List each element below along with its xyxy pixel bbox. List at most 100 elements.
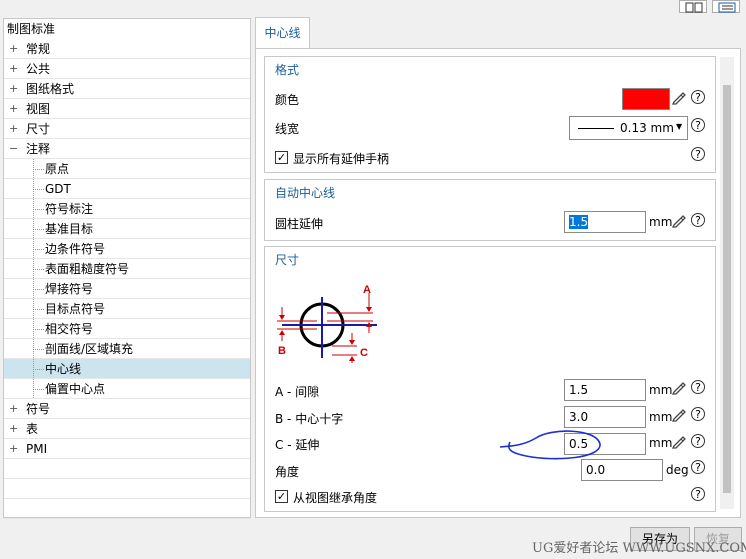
- tree-connector: [33, 389, 44, 390]
- mm-unit: mm: [649, 215, 673, 229]
- tree-empty-row: [4, 499, 250, 519]
- tree-item-label: 尺寸: [26, 122, 51, 136]
- linewidth-label: 线宽: [275, 122, 300, 136]
- tree-item-label: 符号标注: [45, 202, 94, 216]
- inherit-angle-checkbox[interactable]: ✓: [275, 490, 288, 503]
- layout-split-icon: [685, 2, 703, 13]
- tree-item[interactable]: GDT: [4, 179, 250, 199]
- expand-icon[interactable]: +: [9, 443, 18, 454]
- expand-icon[interactable]: +: [9, 83, 18, 94]
- tree-item-label: GDT: [45, 182, 71, 196]
- show-all-handles-checkbox[interactable]: ✓: [275, 151, 288, 164]
- tree-item[interactable]: + 尺寸: [4, 119, 250, 139]
- pencil-icon[interactable]: [671, 433, 687, 449]
- linewidth-select[interactable]: 0.13 mm ▼: [569, 116, 688, 140]
- tree-item[interactable]: 符号标注: [4, 199, 250, 219]
- tree-item[interactable]: + 视图: [4, 99, 250, 119]
- center-cross-label: B - 中心十字: [275, 412, 344, 426]
- expand-icon[interactable]: +: [9, 43, 18, 54]
- mm-unit: mm: [649, 410, 673, 424]
- size-group-title: 尺寸: [275, 253, 300, 267]
- format-group: 格式 颜色 ? 线宽 0.13 mm ▼ ? ✓ 显示所有延伸手柄 ?: [264, 56, 716, 173]
- tree-item-label: 原点: [45, 162, 70, 176]
- standards-tree[interactable]: 制图标准 + 常规 + 公共 + 图纸格式 + 视图 + 尺寸 − 注释原点 GDT 符号标注基准目标边条…: [3, 18, 251, 519]
- centerline-diagram: A B C: [277, 284, 377, 363]
- expand-icon[interactable]: +: [9, 103, 18, 114]
- auto-centerline-group: 自动中心线 圆柱延伸 1.5 mm ?: [264, 179, 716, 241]
- help-icon[interactable]: ?: [691, 407, 705, 421]
- help-icon[interactable]: ?: [691, 213, 705, 227]
- tree-connector: [33, 329, 44, 330]
- tree-root: 制图标准: [7, 22, 56, 36]
- tree-connector: [33, 169, 44, 170]
- gap-label: A - 间隙: [275, 385, 320, 399]
- tab-centerline[interactable]: 中心线: [255, 17, 310, 49]
- layout-split-icon-button[interactable]: [679, 0, 707, 13]
- tree-item[interactable]: 基准目标: [4, 219, 250, 239]
- tree-item-label: 焊接符号: [45, 282, 94, 296]
- tree-item-label: 目标点符号: [45, 302, 106, 316]
- pencil-icon[interactable]: [671, 406, 687, 422]
- tree-item-label: 边条件符号: [45, 242, 106, 256]
- diagram-label-a: A: [363, 284, 371, 296]
- tree-item[interactable]: + 符号: [4, 399, 250, 419]
- tree-item[interactable]: 偏置中心点: [4, 379, 250, 399]
- cylinder-extension-input[interactable]: 1.5: [564, 211, 646, 233]
- tree-item-label: 偏置中心点: [45, 382, 106, 396]
- tree-item-label: 基准目标: [45, 222, 94, 236]
- tree-item[interactable]: + 公共: [4, 59, 250, 79]
- tree-item[interactable]: + PMI: [4, 439, 250, 459]
- tree-connector: [33, 369, 44, 370]
- help-icon[interactable]: ?: [691, 487, 705, 501]
- help-icon[interactable]: ?: [691, 380, 705, 394]
- auto-group-title: 自动中心线: [275, 186, 336, 200]
- tree-item[interactable]: 边条件符号: [4, 239, 250, 259]
- tree-item-label: 图纸格式: [26, 82, 75, 96]
- tree-item[interactable]: − 注释: [4, 139, 250, 159]
- tree-connector: [33, 289, 44, 290]
- expand-icon[interactable]: +: [9, 123, 18, 134]
- help-icon[interactable]: ?: [691, 90, 705, 104]
- expand-icon[interactable]: +: [9, 63, 18, 74]
- collapse-icon[interactable]: −: [9, 143, 18, 154]
- tree-item[interactable]: 原点: [4, 159, 250, 179]
- tree-item[interactable]: + 常规: [4, 39, 250, 59]
- list-view-icon-button[interactable]: [712, 0, 740, 13]
- tree-item[interactable]: 表面粗糙度符号: [4, 259, 250, 279]
- diagram-label-c: C: [360, 347, 368, 359]
- angle-label: 角度: [275, 465, 300, 479]
- pencil-icon[interactable]: [671, 89, 687, 105]
- gap-input[interactable]: 1.5: [564, 379, 646, 401]
- pencil-icon[interactable]: [671, 379, 687, 395]
- annotation-ellipse: [499, 430, 601, 460]
- scrollbar-thumb[interactable]: [723, 85, 731, 493]
- size-group: 尺寸 A B C A - 间隙 1.5 mm ? B - 中心十字 3.0 mm…: [264, 246, 716, 512]
- tree-item[interactable]: + 图纸格式: [4, 79, 250, 99]
- expand-icon[interactable]: +: [9, 423, 18, 434]
- tree-item[interactable]: 剖面线/区域填充: [4, 339, 250, 359]
- tree-item-label: 公共: [26, 62, 51, 76]
- cylinder-extension-label: 圆柱延伸: [275, 217, 324, 231]
- help-icon[interactable]: ?: [691, 460, 705, 474]
- diagram-label-b: B: [278, 345, 286, 357]
- tree-item-label: 视图: [26, 102, 51, 116]
- expand-icon[interactable]: +: [9, 403, 18, 414]
- tree-connector: [33, 269, 44, 270]
- vertical-scrollbar[interactable]: [720, 57, 734, 509]
- help-icon[interactable]: ?: [691, 118, 705, 132]
- color-swatch[interactable]: [622, 88, 670, 110]
- tree-item[interactable]: 中心线: [4, 359, 250, 379]
- tree-item-label: PMI: [26, 442, 48, 456]
- line-sample: [578, 128, 614, 129]
- pencil-icon[interactable]: [671, 212, 687, 228]
- tree-item[interactable]: 焊接符号: [4, 279, 250, 299]
- help-icon[interactable]: ?: [691, 147, 705, 161]
- tree-item[interactable]: + 表: [4, 419, 250, 439]
- help-icon[interactable]: ?: [691, 434, 705, 448]
- tree-item-label: 常规: [26, 42, 51, 56]
- tree-connector: [33, 189, 44, 190]
- tree-item[interactable]: 目标点符号: [4, 299, 250, 319]
- linewidth-value: 0.13 mm: [620, 121, 674, 135]
- cylinder-extension-value: 1.5: [569, 215, 589, 229]
- tree-item[interactable]: 相交符号: [4, 319, 250, 339]
